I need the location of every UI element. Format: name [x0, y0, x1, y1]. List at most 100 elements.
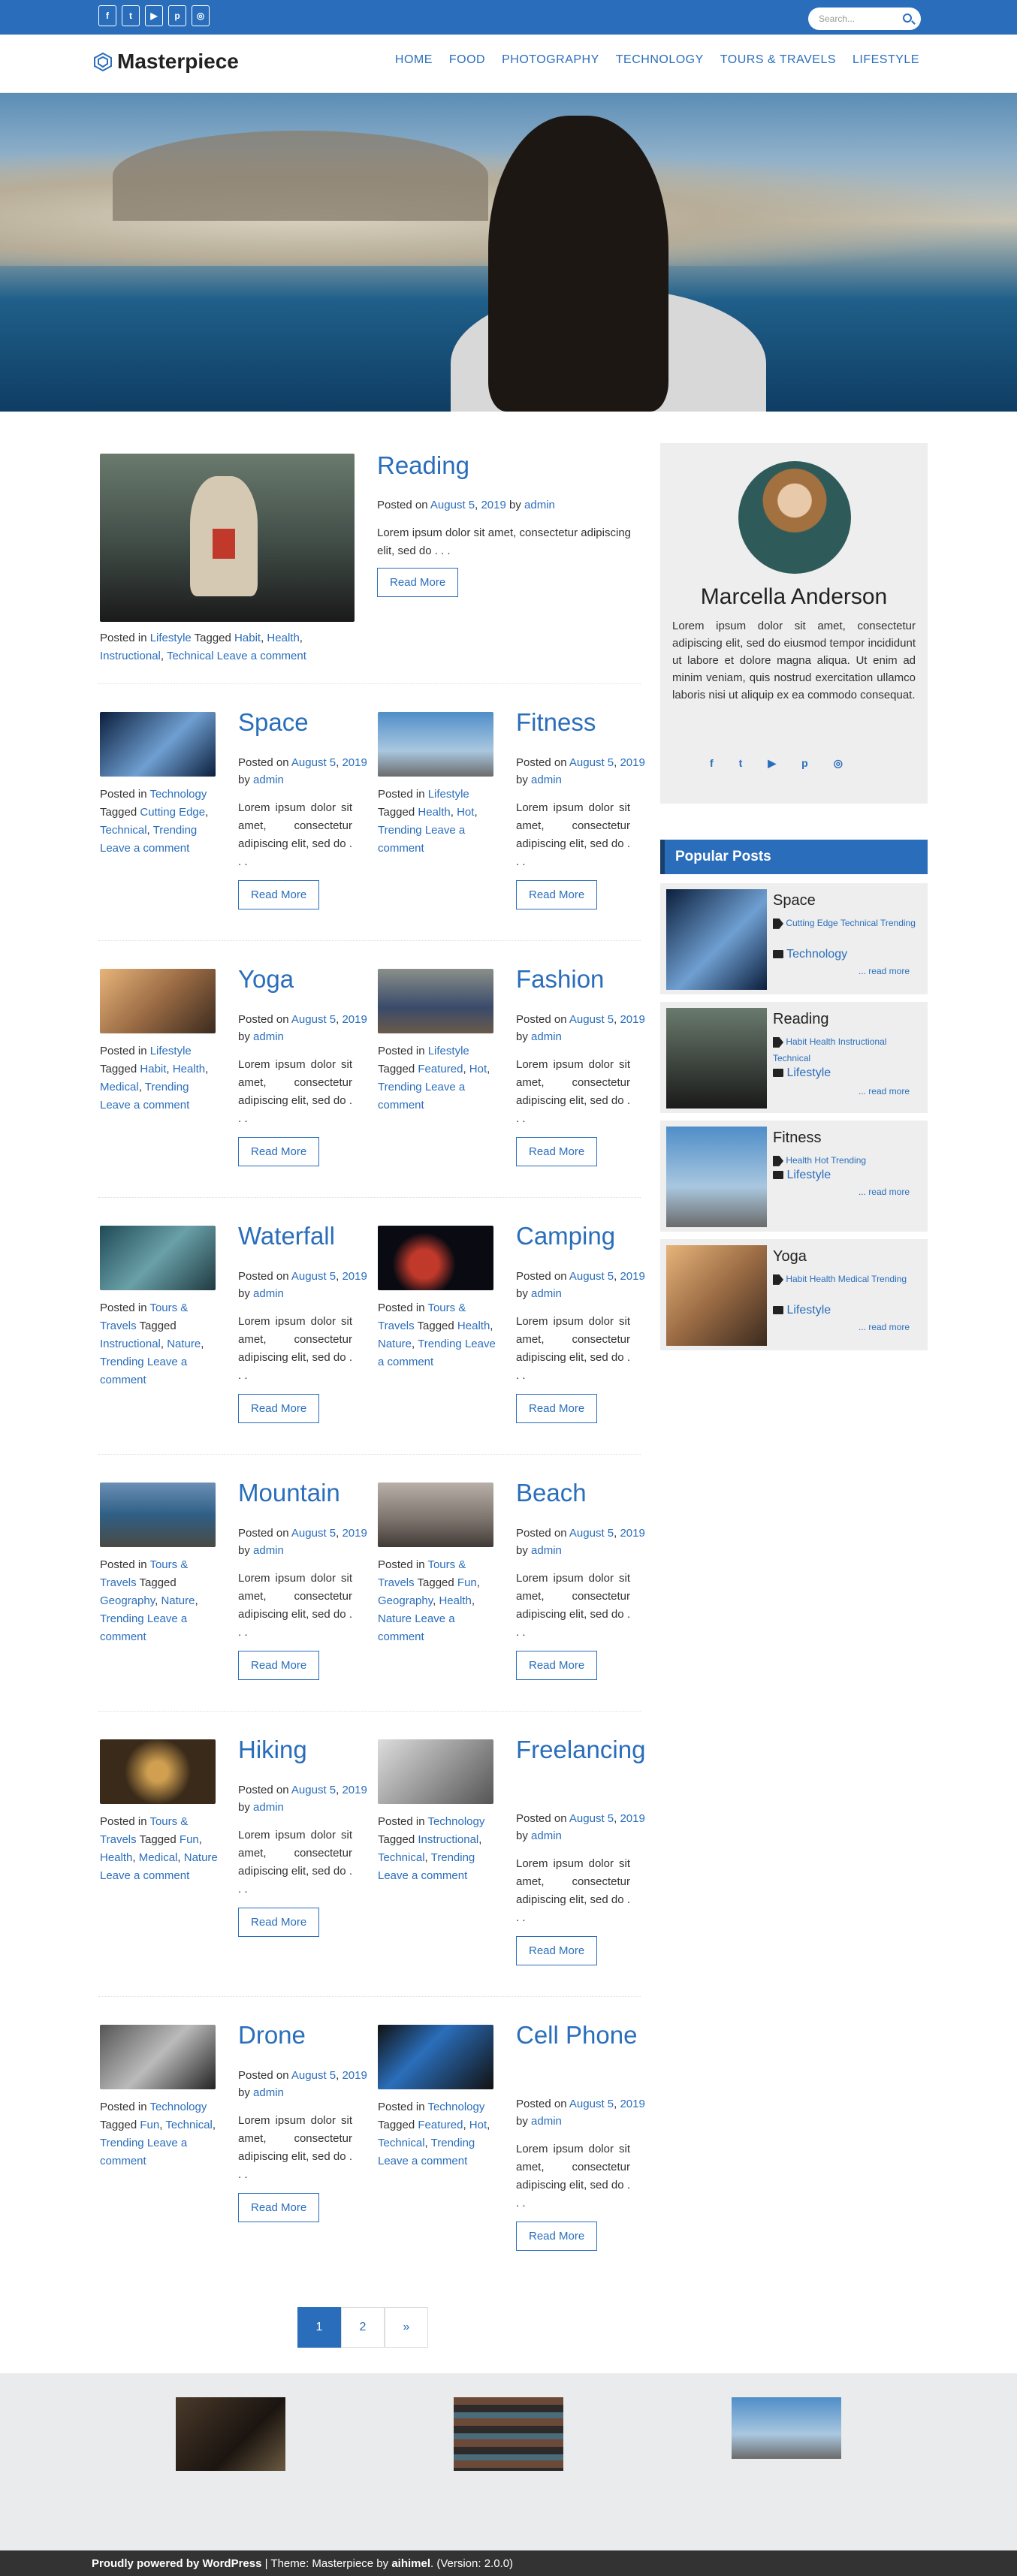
- tag-link[interactable]: Trending: [378, 1081, 422, 1093]
- page-1-button[interactable]: 1: [297, 2307, 341, 2348]
- post-date-year[interactable]: 2019: [342, 1527, 367, 1540]
- popular-read-more[interactable]: ... read more: [859, 1086, 910, 1096]
- tag-link[interactable]: Technical: [378, 1851, 425, 1864]
- post-thumbnail[interactable]: [100, 1226, 216, 1290]
- popular-tags-text[interactable]: Habit Health Medical Trending: [786, 1274, 907, 1284]
- read-more-button[interactable]: Read More: [238, 880, 320, 909]
- youtube-icon[interactable]: ▶: [145, 5, 163, 26]
- theme-author-link[interactable]: aihimel: [391, 2557, 430, 2570]
- instagram-icon[interactable]: ◎: [834, 757, 843, 770]
- post-author[interactable]: admin: [253, 1287, 284, 1300]
- popular-cat-text[interactable]: Lifestyle: [786, 1304, 831, 1317]
- post-date[interactable]: August 5: [569, 1527, 614, 1540]
- tag-link[interactable]: Health: [100, 1851, 132, 1864]
- post-author[interactable]: admin: [531, 1287, 562, 1300]
- tag-link[interactable]: Health: [457, 1320, 490, 1332]
- tag-link[interactable]: Hot: [469, 1063, 487, 1075]
- read-more-button[interactable]: Read More: [238, 1137, 320, 1166]
- post-title[interactable]: Drone: [238, 2020, 381, 2050]
- popular-cat-text[interactable]: Technology: [786, 948, 847, 961]
- tag-link[interactable]: Trending: [418, 1338, 462, 1350]
- post-date[interactable]: August 5: [569, 1812, 614, 1825]
- tag-link[interactable]: Health: [267, 632, 299, 644]
- popular-tags-text[interactable]: Health Hot Trending: [786, 1155, 866, 1166]
- read-more-button[interactable]: Read More: [238, 1908, 320, 1937]
- tag-link[interactable]: Trending: [431, 2137, 475, 2149]
- leave-comment-link[interactable]: Leave a comment: [100, 1869, 189, 1882]
- tag-link[interactable]: Instructional: [418, 1833, 478, 1846]
- post-title[interactable]: Fitness: [516, 707, 659, 738]
- tag-link[interactable]: Instructional: [100, 1338, 161, 1350]
- post-date-year[interactable]: 2019: [620, 2098, 644, 2110]
- read-more-button[interactable]: Read More: [516, 1651, 598, 1680]
- read-more-button[interactable]: Read More: [516, 1936, 598, 1965]
- nav-photography[interactable]: PHOTOGRAPHY: [502, 53, 599, 67]
- nav-home[interactable]: HOME: [395, 53, 433, 67]
- tag-link[interactable]: Geography: [100, 1594, 155, 1607]
- popular-post-title[interactable]: Fitness: [773, 1130, 821, 1147]
- page-2-button[interactable]: 2: [341, 2307, 385, 2348]
- tag-link[interactable]: Trending: [431, 1851, 475, 1864]
- post-author[interactable]: admin: [531, 1030, 562, 1043]
- post-thumbnail[interactable]: [100, 969, 216, 1033]
- post-thumbnail[interactable]: [100, 1739, 216, 1804]
- post-thumbnail[interactable]: [100, 712, 216, 777]
- leave-comment-link[interactable]: Leave a comment: [100, 1099, 189, 1112]
- tag-link[interactable]: Nature: [167, 1338, 201, 1350]
- post-thumbnail[interactable]: [378, 1226, 493, 1290]
- footer-image[interactable]: [732, 2397, 841, 2459]
- post-date[interactable]: August 5: [569, 1013, 614, 1026]
- leave-comment-link[interactable]: Leave a comment: [100, 842, 189, 855]
- popular-post-title[interactable]: Space: [773, 892, 816, 909]
- post-thumbnail[interactable]: [378, 712, 493, 777]
- post-date[interactable]: August 5: [291, 2069, 336, 2082]
- post-author[interactable]: admin: [253, 1030, 284, 1043]
- post-date-year[interactable]: 2019: [620, 1270, 644, 1283]
- tag-link[interactable]: Health: [418, 806, 450, 819]
- nav-food[interactable]: FOOD: [449, 53, 485, 67]
- read-more-button[interactable]: Read More: [516, 1137, 598, 1166]
- post-author[interactable]: admin: [253, 2086, 284, 2099]
- post-date[interactable]: August 5: [291, 1270, 336, 1283]
- post-thumbnail[interactable]: [100, 1483, 216, 1547]
- tag-link[interactable]: Hot: [457, 806, 474, 819]
- post-date-year[interactable]: 2019: [620, 1812, 644, 1825]
- popular-cat-text[interactable]: Lifestyle: [786, 1169, 831, 1181]
- post-date-year[interactable]: 2019: [620, 756, 644, 769]
- post-date-year[interactable]: 2019: [342, 1784, 367, 1796]
- read-more-button[interactable]: Read More: [377, 568, 459, 597]
- tag-link[interactable]: Cutting Edge: [140, 806, 205, 819]
- tag-link[interactable]: Nature: [378, 1612, 412, 1625]
- post-title[interactable]: Freelancing: [516, 1735, 659, 1765]
- tag-link[interactable]: Technical: [165, 2119, 213, 2131]
- tag-link[interactable]: Featured: [418, 2119, 463, 2131]
- post-date-year[interactable]: 2019: [342, 1013, 367, 1026]
- post-title[interactable]: Mountain: [238, 1478, 381, 1508]
- popular-post-thumbnail[interactable]: [666, 889, 767, 990]
- read-more-button[interactable]: Read More: [238, 1394, 320, 1423]
- post-title[interactable]: Yoga: [238, 964, 381, 994]
- read-more-button[interactable]: Read More: [516, 880, 598, 909]
- read-more-button[interactable]: Read More: [516, 2222, 598, 2251]
- post-title-reading[interactable]: Reading: [377, 451, 469, 481]
- search-input[interactable]: Search...: [808, 8, 921, 30]
- post-date[interactable]: August 5: [569, 2098, 614, 2110]
- post-title[interactable]: Fashion: [516, 964, 659, 994]
- popular-post-title[interactable]: Yoga: [773, 1248, 807, 1265]
- post-date[interactable]: August 5: [291, 1527, 336, 1540]
- category-link[interactable]: Lifestyle: [428, 1045, 469, 1057]
- search-icon[interactable]: [903, 14, 912, 23]
- leave-comment-link[interactable]: Leave a comment: [378, 1869, 467, 1882]
- tag-link[interactable]: Nature: [378, 1338, 412, 1350]
- twitter-icon[interactable]: t: [739, 757, 743, 770]
- nav-tours-travels[interactable]: TOURS & TRAVELS: [720, 53, 836, 67]
- post-title[interactable]: Beach: [516, 1478, 659, 1508]
- featured-thumbnail[interactable]: [100, 454, 355, 622]
- post-thumbnail[interactable]: [100, 2025, 216, 2089]
- category-link[interactable]: Technology: [149, 2101, 207, 2113]
- popular-read-more[interactable]: ... read more: [859, 1187, 910, 1197]
- tag-link[interactable]: Habit: [140, 1063, 166, 1075]
- post-date-year[interactable]: 2019: [481, 499, 505, 511]
- footer-image[interactable]: [176, 2397, 285, 2471]
- tag-link[interactable]: Medical: [100, 1081, 139, 1093]
